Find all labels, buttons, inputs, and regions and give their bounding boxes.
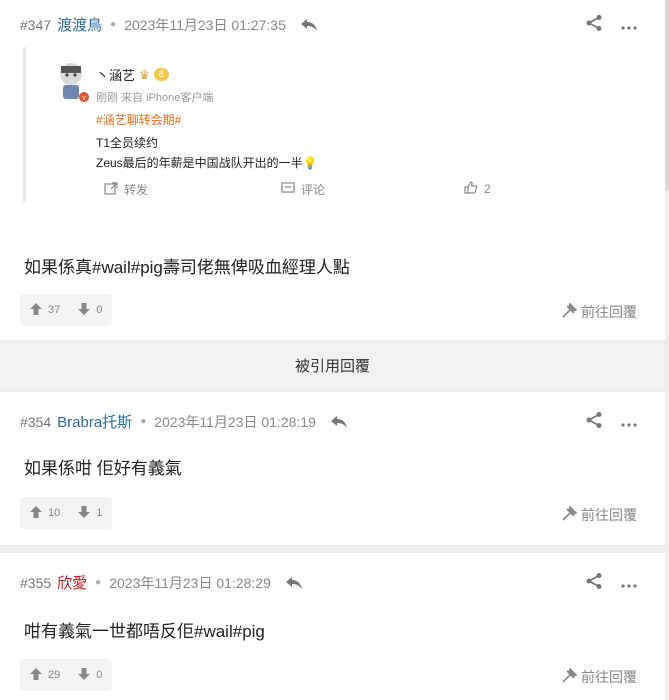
weibo-avatar: v [54, 61, 90, 103]
upvote-count: 37 [48, 304, 61, 316]
post-meta: #355 欣愛 ● 2023年11月23日 01:28:29 [20, 572, 303, 593]
reply-icon[interactable] [300, 17, 318, 33]
thumb-down-icon[interactable] [78, 302, 91, 318]
share-icon[interactable] [585, 14, 603, 37]
weibo-like[interactable]: 2 [464, 181, 491, 197]
post-354: #354 Brabra托斯 ● 2023年11月23日 01:28:19 如果係… [0, 392, 665, 545]
goto-reply-button[interactable]: 前往回覆 [561, 667, 637, 687]
goto-reply-label: 前往回覆 [581, 507, 637, 523]
weibo-hashtag[interactable]: #涵艺聊转会期# [96, 111, 181, 128]
post-number[interactable]: #354 [20, 414, 51, 430]
share-icon[interactable] [585, 411, 603, 434]
post-time: 2023年11月23日 01:28:19 [154, 413, 316, 430]
weibo-text-line1: T1全员续约 [96, 136, 159, 150]
downvote-count: 0 [96, 304, 103, 316]
vote-bar: 10 1 [20, 497, 113, 529]
meta-separator: ● [95, 577, 102, 588]
post-actions [585, 572, 637, 595]
comment-icon [281, 181, 295, 198]
goto-reply-icon [561, 667, 578, 687]
meta-separator: ● [140, 416, 147, 427]
post-meta: #354 Brabra托斯 ● 2023年11月23日 01:28:19 [20, 411, 348, 432]
more-icon[interactable] [621, 414, 637, 432]
upvote-count: 10 [48, 507, 61, 519]
thumb-up-icon[interactable] [30, 302, 42, 318]
goto-reply-label: 前往回覆 [581, 304, 637, 320]
reply-icon[interactable] [330, 414, 348, 430]
reply-icon[interactable] [285, 575, 303, 591]
goto-reply-label: 前往回覆 [581, 669, 637, 685]
repost-label: 转发 [124, 183, 149, 197]
thumb-up-icon[interactable] [30, 667, 42, 683]
crown-icon: ♛ [139, 67, 150, 82]
goto-reply-icon [561, 505, 578, 525]
post-content: 如果係咁 佢好有義氣 [24, 459, 182, 478]
like-icon [464, 181, 478, 197]
weibo-username[interactable]: 丶涵艺 ♛ 8 [96, 65, 169, 84]
post-content: 如果係真#wail#pig壽司佬無俾吸血經理人點 [24, 258, 350, 277]
goto-reply-button[interactable]: 前往回覆 [561, 302, 637, 322]
meta-separator: ● [110, 19, 117, 30]
post-347: #347 渡渡鳥 ● 2023年11月23日 01:27:35 v 丶涵艺 ♛ … [0, 0, 665, 340]
weibo-text-line2-text: Zeus最后的年薪是中国战队开出的一半 [96, 156, 303, 170]
more-icon[interactable] [621, 17, 637, 35]
level-badge: 8 [153, 68, 169, 81]
upvote-count: 29 [48, 669, 61, 681]
weibo-quote: v 丶涵艺 ♛ 8 刚刚 来自 iPhone客户端 #涵艺聊转会期# T1全员续… [23, 47, 646, 202]
post-username[interactable]: 欣愛 [57, 572, 87, 593]
post-355: #355 欣愛 ● 2023年11月23日 01:28:29 咁有義氣一世都唔反… [0, 553, 665, 700]
comment-label: 评论 [301, 183, 326, 197]
post-number[interactable]: #355 [20, 575, 51, 591]
post-actions [585, 411, 637, 434]
thumb-up-icon[interactable] [30, 505, 42, 521]
downvote-count: 1 [96, 507, 103, 519]
post-content: 咁有義氣一世都唔反佢#wail#pig [24, 622, 265, 641]
post-meta: #347 渡渡鳥 ● 2023年11月23日 01:27:35 [20, 14, 318, 35]
goto-reply-icon [561, 302, 578, 322]
weibo-name-text: 丶涵艺 [96, 68, 136, 83]
repost-icon [104, 181, 118, 198]
weibo-text-line2: Zeus最后的年薪是中国战队开出的一半💡 [96, 154, 318, 171]
vote-bar: 29 0 [20, 659, 113, 691]
bulb-emoji: 💡 [302, 156, 318, 170]
post-actions [585, 14, 637, 37]
goto-reply-button[interactable]: 前往回覆 [561, 505, 637, 525]
post-time: 2023年11月23日 01:27:35 [124, 16, 286, 33]
post-username[interactable]: 渡渡鳥 [57, 14, 102, 35]
weibo-repost[interactable]: 转发 [104, 181, 148, 198]
more-icon[interactable] [621, 575, 637, 593]
like-count: 2 [484, 182, 491, 196]
vote-bar: 37 0 [20, 294, 113, 326]
weibo-source: 刚刚 来自 iPhone客户端 [96, 92, 214, 104]
downvote-count: 0 [96, 669, 103, 681]
thumb-down-icon[interactable] [78, 505, 91, 521]
weibo-comment[interactable]: 评论 [281, 181, 325, 198]
svg-text:v: v [82, 95, 86, 102]
post-username[interactable]: Brabra托斯 [57, 411, 132, 432]
scrollbar[interactable] [665, 0, 669, 190]
post-time: 2023年11月23日 01:28:29 [109, 574, 271, 591]
share-icon[interactable] [585, 572, 603, 595]
post-number[interactable]: #347 [20, 17, 51, 33]
quoted-reply-banner[interactable]: 被引用回覆 [0, 343, 665, 390]
thumb-down-icon[interactable] [78, 667, 91, 683]
